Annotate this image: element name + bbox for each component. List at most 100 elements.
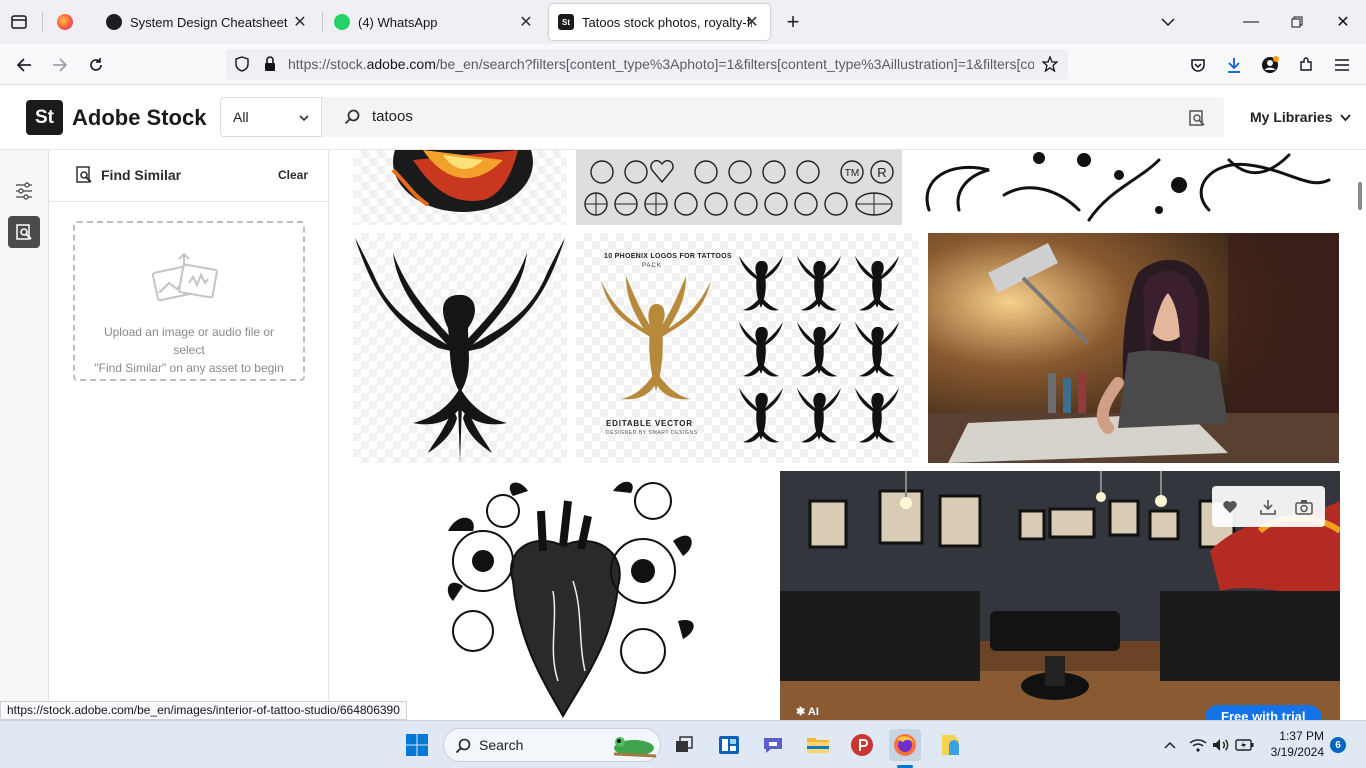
result-tattoo-studio-interior[interactable]: ✱ AI Free with trial (780, 471, 1340, 720)
list-tabs-chevron-icon[interactable] (1155, 9, 1181, 35)
pack-title: 10 PHOENIX LOGOS FOR TATTOOS (604, 253, 732, 260)
find-similar-panel: Find Similar Clear Upload an image or au… (49, 150, 329, 720)
my-libraries-button[interactable]: My Libraries (1250, 109, 1352, 125)
file-explorer-icon[interactable] (802, 729, 834, 761)
taskbar-search-box[interactable]: Search (443, 728, 661, 762)
chevron-down-icon (297, 111, 311, 125)
upload-image-icon (151, 252, 221, 305)
lock-icon[interactable] (260, 54, 280, 74)
clear-button[interactable]: Clear (278, 168, 308, 182)
address-bar[interactable]: https://stock.adobe.com/be_en/search?fil… (226, 49, 1068, 80)
extensions-icon[interactable] (1293, 52, 1319, 78)
taskbar-search-label: Search (479, 737, 524, 753)
panel-header: Find Similar Clear (49, 150, 329, 202)
close-tab-icon[interactable]: ✕ (290, 12, 310, 32)
bookmark-star-icon[interactable] (1040, 54, 1060, 74)
result-phoenix-black[interactable] (353, 233, 567, 463)
result-symbol-set[interactable]: TM R (576, 150, 902, 225)
find-similar-tool-icon[interactable] (8, 216, 40, 248)
close-tab-icon[interactable]: ✕ (742, 12, 762, 32)
whatsapp-icon (334, 14, 350, 30)
firefox-icon (57, 14, 73, 30)
my-libraries-label: My Libraries (1250, 109, 1333, 125)
tab-title: System Design Cheatsheet (130, 14, 288, 30)
download-icon[interactable] (1256, 495, 1280, 519)
reload-icon[interactable] (83, 52, 109, 78)
search-bar: All tatoos (220, 97, 1224, 137)
free-with-trial-button[interactable]: Free with trial (1205, 705, 1322, 720)
task-view-icon[interactable] (668, 729, 700, 761)
upload-dropzone[interactable]: Upload an image or audio file or select … (73, 221, 305, 381)
upload-instructions: Upload an image or audio file or select … (94, 325, 284, 375)
result-anatomical-heart-flowers[interactable] (353, 471, 770, 720)
battery-icon[interactable] (1235, 735, 1255, 755)
taskbar-clock[interactable]: 1:37 PM 3/19/2024 (1262, 728, 1324, 760)
result-phoenix-logo-pack[interactable]: 10 PHOENIX LOGOS FOR TATTOOS PACK EDITAB… (576, 233, 918, 463)
menu-icon[interactable] (1329, 52, 1355, 78)
result-tattoo-artist-photo[interactable] (928, 233, 1339, 463)
result-ornament-flourishes[interactable] (909, 150, 1339, 225)
filters-sliders-icon[interactable] (9, 176, 39, 206)
page-scrollbar-thumb[interactable] (1358, 182, 1362, 210)
forward-arrow-icon[interactable] (47, 52, 73, 78)
minimize-button[interactable]: — (1228, 0, 1274, 44)
panel-title: Find Similar (101, 167, 182, 183)
ai-generated-badge: ✱ AI (796, 706, 819, 718)
r-symbol-text: R (877, 165, 886, 180)
tab-whatsapp[interactable]: (4) WhatsApp ✕ (324, 4, 544, 40)
tab-title: (4) WhatsApp (358, 14, 438, 30)
widgets-icon[interactable] (713, 729, 745, 761)
wifi-icon[interactable] (1188, 735, 1208, 755)
windows-start-icon[interactable] (401, 729, 433, 761)
mini-phoenix-logo (739, 256, 783, 311)
tab-overview-icon[interactable] (6, 9, 32, 35)
heart-icon[interactable] (1218, 495, 1242, 519)
browser-nav-bar: https://stock.adobe.com/be_en/search?fil… (0, 44, 1366, 85)
account-icon[interactable] (1257, 52, 1283, 78)
tab-title: Tatoos stock photos, royalty-fre (582, 14, 752, 30)
mini-phoenix-logo (855, 388, 899, 443)
wps-presentation-icon[interactable] (846, 729, 878, 761)
url-text: https://stock.adobe.com/be_en/search?fil… (288, 56, 1034, 72)
result-phoenix-color[interactable] (353, 150, 567, 225)
content-type-select[interactable]: All (220, 97, 322, 137)
visual-search-icon[interactable] (1186, 107, 1208, 129)
back-arrow-icon[interactable] (11, 52, 37, 78)
adobe-stock-header: St Adobe Stock All tatoos My Libraries (0, 85, 1366, 150)
restore-button[interactable] (1274, 0, 1320, 44)
close-window-button[interactable]: ✕ (1320, 0, 1366, 44)
mini-phoenix-logo (797, 256, 841, 311)
pocket-icon[interactable] (1185, 52, 1211, 78)
firefox-taskbar-icon[interactable] (889, 729, 921, 761)
tab-system-design[interactable]: System Design Cheatsheet ✕ (96, 4, 318, 40)
tab-firefox[interactable] (48, 4, 84, 40)
browser-tab-strip: System Design Cheatsheet ✕ (4) WhatsApp … (0, 0, 1366, 44)
left-tool-rail (0, 150, 49, 720)
search-highlight-frog-icon (608, 732, 658, 760)
windows-taskbar: Search 1:37 PM 3/19/2024 6 (0, 720, 1366, 768)
adobe-stock-logo[interactable]: St (26, 100, 63, 135)
mini-phoenix-logo (797, 388, 841, 443)
camera-find-similar-icon[interactable] (1292, 495, 1316, 519)
new-tab-button[interactable]: + (780, 9, 806, 35)
adobe-stock-wordmark[interactable]: Adobe Stock (72, 105, 206, 131)
teams-chat-icon[interactable] (757, 729, 789, 761)
find-similar-icon (75, 165, 93, 185)
adobe-stock-icon: St (558, 14, 574, 30)
volume-icon[interactable] (1211, 735, 1231, 755)
search-icon (454, 737, 472, 755)
search-results-grid: TM R 10 PHOENIX LOGOS FOR TATTOOS PACK E… (329, 150, 1356, 720)
search-input[interactable]: tatoos (372, 108, 413, 125)
clock-time: 1:37 PM (1279, 729, 1324, 743)
shield-icon[interactable] (232, 54, 252, 74)
downloads-icon[interactable] (1221, 52, 1247, 78)
sparkle-icon: ✱ (796, 706, 806, 718)
mini-phoenix-logo (797, 322, 841, 377)
search-icon (342, 107, 362, 127)
close-tab-icon[interactable]: ✕ (516, 12, 536, 32)
tab-adobe-stock[interactable]: St Tatoos stock photos, royalty-fre ✕ (549, 4, 770, 40)
notification-count-badge[interactable]: 6 (1330, 737, 1346, 753)
pack-credit: DESIGNED BY SMART DESIGNS (606, 430, 698, 436)
sticky-notes-icon[interactable] (934, 729, 966, 761)
show-hidden-icons-chevron-icon[interactable] (1160, 735, 1180, 755)
